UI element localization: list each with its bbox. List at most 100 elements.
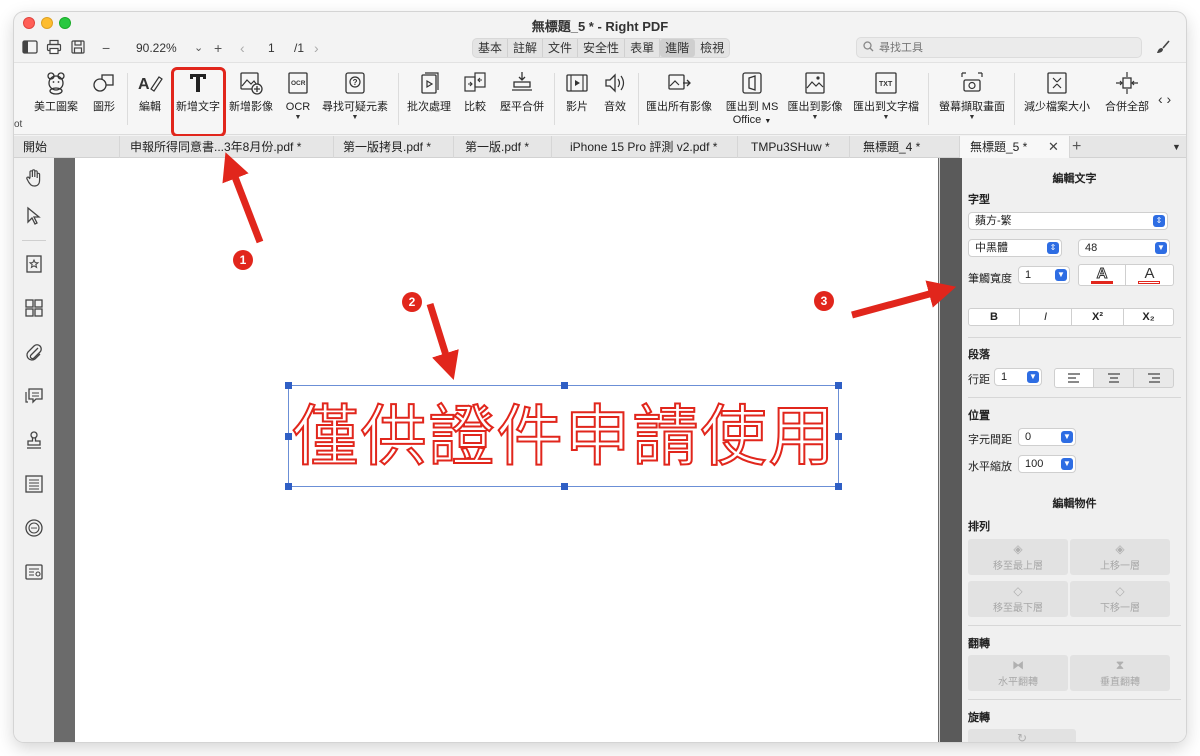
attachment-icon[interactable] bbox=[22, 342, 46, 366]
hand-tool-icon[interactable] bbox=[22, 168, 46, 192]
resize-handle[interactable] bbox=[561, 483, 568, 490]
page-number-input[interactable]: 1 bbox=[268, 39, 275, 57]
fill-color-button[interactable]: A bbox=[1126, 264, 1174, 286]
export-all-images-button[interactable]: 匯出所有影像 bbox=[646, 71, 712, 131]
horizontal-scale-select[interactable]: 100 ▼ bbox=[1018, 455, 1076, 473]
doc-tab-start[interactable]: 開始 bbox=[14, 136, 120, 158]
batch-process-button[interactable]: 批次處理 bbox=[405, 71, 453, 131]
zoom-dropdown-chevron-icon[interactable]: ⌄ bbox=[194, 39, 203, 57]
form-fields-icon[interactable] bbox=[22, 474, 46, 498]
font-size-select[interactable]: 48 ▼ bbox=[1078, 239, 1170, 257]
resize-handle[interactable] bbox=[835, 382, 842, 389]
document-text[interactable]: 僅供證件申請使用 bbox=[289, 386, 840, 488]
superscript-button[interactable]: X² bbox=[1072, 308, 1124, 326]
flip-horizontal-button[interactable]: ⧓ 水平翻轉 bbox=[968, 655, 1068, 691]
italic-button[interactable]: I bbox=[1020, 308, 1072, 326]
print-icon[interactable] bbox=[46, 39, 62, 57]
position-section-heading: 位置 bbox=[968, 410, 990, 422]
find-suspicious-caret-icon[interactable]: ▼ bbox=[320, 114, 390, 122]
clip-art-button[interactable]: 美工圖案 bbox=[32, 71, 80, 131]
stamp-icon[interactable] bbox=[22, 430, 46, 454]
send-backward-button[interactable]: ◇ 下移一層 bbox=[1070, 581, 1170, 617]
merge-all-button[interactable]: 合併全部 bbox=[1102, 71, 1152, 131]
align-left-button[interactable] bbox=[1054, 368, 1094, 388]
tab-security[interactable]: 安全性 bbox=[578, 39, 626, 57]
export-ms-office-button[interactable]: 匯出到 MS Office ▼ bbox=[724, 71, 780, 131]
search-input[interactable] bbox=[879, 39, 1129, 56]
zoom-out-button[interactable]: − bbox=[102, 39, 110, 57]
resize-handle[interactable] bbox=[285, 433, 292, 440]
sidebar-toggle-icon[interactable] bbox=[22, 39, 38, 57]
align-center-button[interactable] bbox=[1094, 368, 1134, 388]
flatten-button[interactable]: 壓平合併 bbox=[498, 71, 546, 131]
find-suspicious-button[interactable]: ? 尋找可疑元素 ▼ bbox=[320, 71, 390, 131]
resize-handle[interactable] bbox=[835, 433, 842, 440]
bring-forward-button[interactable]: ◈ 上移一層 bbox=[1070, 539, 1170, 575]
export-office-caret-icon[interactable]: ▼ bbox=[764, 118, 771, 125]
ocr-dropdown-caret-icon[interactable]: ▼ bbox=[282, 114, 314, 122]
resize-handle[interactable] bbox=[835, 483, 842, 490]
align-right-button[interactable] bbox=[1134, 368, 1174, 388]
doc-tab[interactable]: 第一版.pdf * bbox=[454, 136, 552, 158]
audio-button[interactable]: 音效 bbox=[600, 71, 630, 131]
ocr-button[interactable]: OCR OCR ▼ bbox=[282, 71, 314, 131]
font-weight-select[interactable]: 中黑體 ⇕ bbox=[968, 239, 1062, 257]
layers-settings-icon[interactable] bbox=[22, 562, 46, 586]
export-image-caret-icon[interactable]: ▼ bbox=[786, 114, 844, 122]
video-button[interactable]: 影片 bbox=[562, 71, 592, 131]
tab-basic[interactable]: 基本 bbox=[473, 39, 509, 57]
subscript-button[interactable]: X₂ bbox=[1124, 308, 1174, 326]
resize-handle[interactable] bbox=[285, 382, 292, 389]
shapes-button[interactable]: 圖形 bbox=[88, 71, 120, 131]
canvas-scroll-strip[interactable] bbox=[940, 158, 962, 742]
flip-vertical-button[interactable]: ⧗ 垂直翻轉 bbox=[1070, 655, 1170, 691]
doc-tab[interactable]: 無標題_4 * bbox=[850, 136, 960, 158]
export-to-text-button[interactable]: TXT 匯出到文字檔 ▼ bbox=[852, 71, 920, 131]
tab-forms[interactable]: 表單 bbox=[625, 39, 661, 57]
add-image-button[interactable]: 新增影像 bbox=[228, 71, 274, 131]
image-doc-icon bbox=[801, 71, 829, 99]
tab-view[interactable]: 檢視 bbox=[695, 39, 729, 57]
compare-button[interactable]: 比較 bbox=[460, 71, 490, 131]
bookmark-icon[interactable] bbox=[22, 254, 46, 278]
line-spacing-select[interactable]: 1 ▼ bbox=[994, 368, 1042, 386]
comments-icon[interactable] bbox=[22, 386, 46, 410]
doc-tab[interactable]: iPhone 15 Pro 評測 v2.pdf * bbox=[552, 136, 738, 158]
brush-icon[interactable] bbox=[1155, 39, 1171, 58]
ribbon-scroll-arrows[interactable]: ‹ › bbox=[1158, 91, 1171, 107]
screenshot-caret-icon[interactable]: ▼ bbox=[936, 114, 1008, 122]
edit-button[interactable]: A 編輯 bbox=[134, 71, 166, 131]
tab-document[interactable]: 文件 bbox=[543, 39, 579, 57]
doc-tab[interactable]: 第一版拷貝.pdf * bbox=[334, 136, 454, 158]
thumbnails-icon[interactable] bbox=[22, 298, 46, 322]
resize-handle[interactable] bbox=[285, 483, 292, 490]
reduce-file-size-button[interactable]: 減少檔案大小 bbox=[1022, 71, 1092, 131]
resize-handle[interactable] bbox=[561, 382, 568, 389]
save-icon[interactable] bbox=[70, 39, 86, 57]
char-spacing-select[interactable]: 0 ▼ bbox=[1018, 428, 1076, 446]
rotate-button[interactable]: ↻ bbox=[968, 729, 1076, 742]
bold-button[interactable]: B bbox=[968, 308, 1020, 326]
screenshot-button[interactable]: 螢幕擷取畫面 ▼ bbox=[936, 71, 1008, 131]
tab-annotate[interactable]: 註解 bbox=[508, 39, 544, 57]
stroke-width-select[interactable]: 1 ▼ bbox=[1018, 266, 1070, 284]
export-text-caret-icon[interactable]: ▼ bbox=[852, 114, 920, 122]
outline-color-button[interactable]: A bbox=[1078, 264, 1126, 286]
tab-menu-icon[interactable]: ▼ bbox=[1172, 136, 1181, 158]
zoom-level[interactable]: 90.22% bbox=[136, 39, 177, 57]
prev-page-icon[interactable]: ‹ bbox=[240, 39, 245, 57]
send-to-back-button[interactable]: ◇ 移至最下層 bbox=[968, 581, 1068, 617]
font-family-select[interactable]: 蘋方-繁 ⇕ bbox=[968, 212, 1168, 230]
signature-seal-icon[interactable] bbox=[22, 518, 46, 542]
doc-tab[interactable]: 申報所得同意書...3年8月份.pdf * bbox=[120, 136, 334, 158]
next-page-icon[interactable]: › bbox=[314, 39, 319, 57]
close-tab-icon[interactable]: ✕ bbox=[1048, 136, 1059, 158]
doc-tab[interactable]: TMPu3SHuw * bbox=[738, 136, 850, 158]
selected-text-box[interactable]: 僅供證件申請使用 bbox=[285, 382, 842, 490]
zoom-in-button[interactable]: + bbox=[214, 39, 222, 57]
select-arrow-icon[interactable] bbox=[22, 206, 46, 230]
export-to-image-button[interactable]: 匯出到影像 ▼ bbox=[786, 71, 844, 131]
tab-advanced[interactable]: 進階 bbox=[660, 39, 696, 57]
bring-to-front-button[interactable]: ◈ 移至最上層 bbox=[968, 539, 1068, 575]
new-tab-icon[interactable]: + bbox=[1072, 136, 1081, 158]
